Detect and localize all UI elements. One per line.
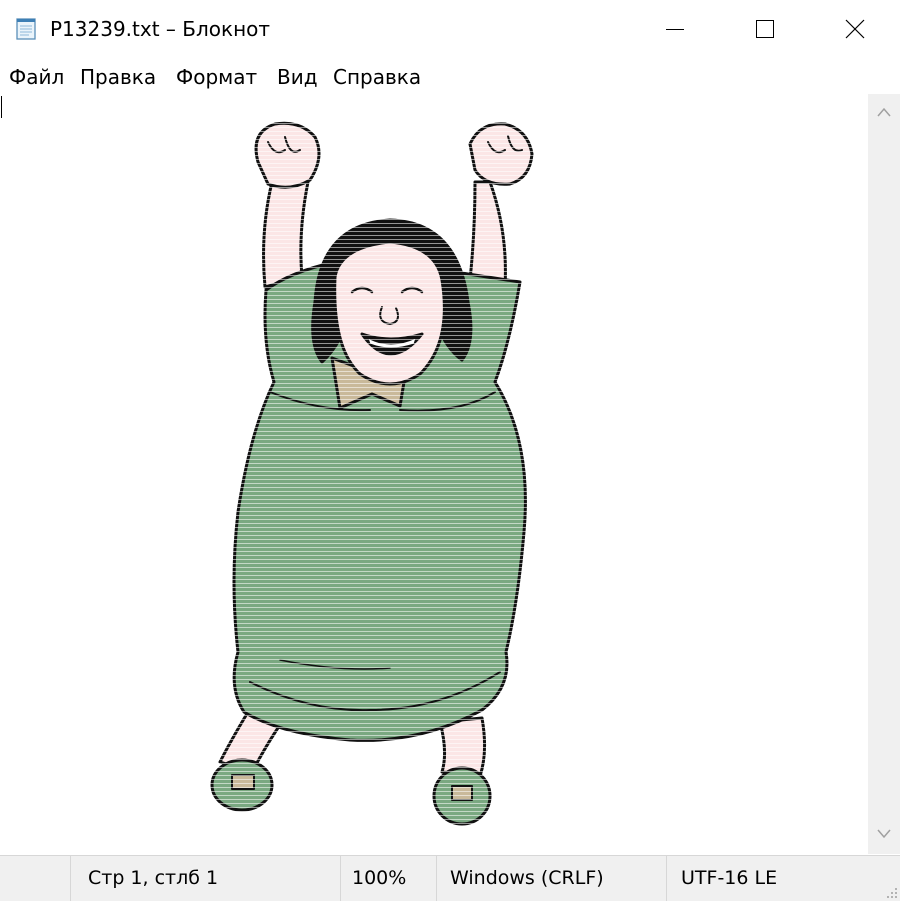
menu-view[interactable]: Вид — [277, 65, 318, 89]
close-icon — [845, 19, 865, 39]
menu-bar: Файл Правка Формат Вид Справка — [0, 60, 900, 94]
status-separator — [666, 856, 667, 901]
window-title: P13239.txt – Блокнот — [50, 17, 271, 41]
status-separator — [340, 856, 341, 901]
status-cursor-position: Стр 1, стлб 1 — [88, 867, 219, 889]
minimize-button[interactable] — [630, 0, 720, 58]
menu-help[interactable]: Справка — [333, 65, 421, 89]
status-line-endings: Windows (CRLF) — [450, 867, 604, 889]
menu-edit[interactable]: Правка — [80, 65, 156, 89]
maximize-icon — [756, 20, 774, 38]
title-bar: P13239.txt – Блокнот — [0, 0, 900, 58]
status-zoom: 100% — [352, 867, 407, 889]
text-caret — [1, 96, 2, 118]
close-button[interactable] — [810, 0, 900, 58]
text-editor[interactable] — [0, 94, 868, 854]
notepad-icon — [16, 18, 36, 40]
vertical-scrollbar[interactable] — [868, 94, 900, 854]
status-separator — [436, 856, 437, 901]
resize-grip-icon[interactable] — [884, 885, 898, 899]
maximize-button[interactable] — [720, 0, 810, 58]
status-encoding: UTF-16 LE — [681, 867, 778, 889]
status-separator — [70, 856, 71, 901]
status-bar: Стр 1, стлб 1 100% Windows (CRLF) UTF-16… — [0, 855, 900, 901]
scroll-down-icon[interactable] — [876, 828, 892, 840]
scroll-up-icon[interactable] — [876, 106, 892, 118]
menu-file[interactable]: Файл — [9, 65, 64, 89]
ascii-art-cheering-woman — [190, 112, 550, 826]
menu-format[interactable]: Формат — [176, 65, 257, 89]
minimize-icon — [666, 29, 684, 30]
